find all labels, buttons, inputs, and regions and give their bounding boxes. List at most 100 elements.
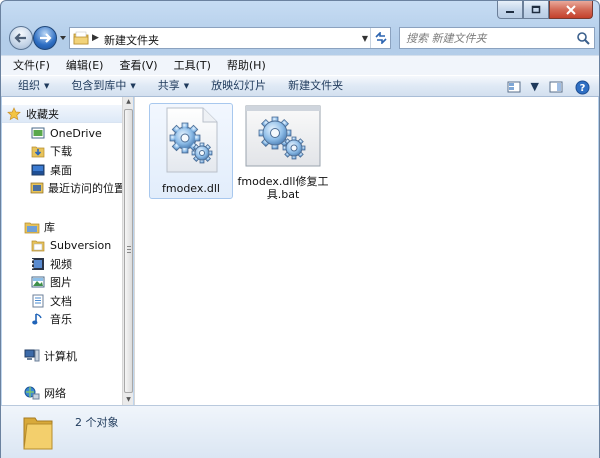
arrow-left-icon <box>14 33 26 43</box>
refresh-button[interactable] <box>370 28 390 48</box>
grip-line <box>127 246 131 247</box>
grip-line <box>127 249 131 250</box>
search-icon[interactable] <box>576 31 590 45</box>
preview-pane-button[interactable] <box>545 78 567 97</box>
address-dropdown-icon[interactable]: ▼ <box>362 34 368 43</box>
nav-item-network[interactable]: 网络 <box>2 384 122 402</box>
menu-view[interactable]: 查看(V) <box>111 57 165 75</box>
nav-item-libraries[interactable]: 库 <box>2 218 122 236</box>
help-button[interactable]: ? <box>571 78 593 97</box>
view-dropdown-icon[interactable]: ▼ <box>529 77 541 97</box>
documents-icon <box>30 293 46 309</box>
nav-label: 最近访问的位置 <box>48 182 122 195</box>
menu-help[interactable]: 帮助(H) <box>219 57 274 75</box>
include-library-label: 包含到库中 <box>71 79 127 92</box>
menu-edit[interactable]: 编辑(E) <box>58 57 112 75</box>
video-icon <box>30 256 46 272</box>
scrollbar-thumb[interactable] <box>124 109 133 393</box>
nav-label: 桌面 <box>50 164 72 177</box>
nav-item-subversion[interactable]: Subversion <box>2 236 122 254</box>
computer-icon <box>24 348 40 364</box>
search-box[interactable] <box>399 27 595 49</box>
nav-label: 库 <box>44 221 55 234</box>
navigation-pane: 收藏夹 OneDrive 下载 桌面 最近访问的位置 库 Subversion <box>2 97 122 405</box>
nav-item-downloads[interactable]: 下载 <box>2 142 122 160</box>
nav-label: 收藏夹 <box>26 108 59 121</box>
nav-label: Subversion <box>50 238 112 252</box>
file-name: fmodex.dll修复工具.bat <box>237 175 329 201</box>
downloads-folder-icon <box>30 143 46 159</box>
command-bar: 组织 ▼ 包含到库中 ▼ 共享 ▼ 放映幻灯片 新建文件夹 ▼ ? <box>1 75 599 97</box>
recent-pages-chevron-icon[interactable] <box>59 34 67 42</box>
file-item-repair-bat[interactable]: fmodex.dll修复工具.bat <box>238 103 328 201</box>
folder-icon <box>23 417 53 450</box>
menu-tools[interactable]: 工具(T) <box>166 57 219 75</box>
file-name: fmodex.dll <box>162 182 220 195</box>
new-folder-button[interactable]: 新建文件夹 <box>277 76 354 96</box>
nav-item-recent[interactable]: 最近访问的位置 <box>2 179 122 197</box>
close-button[interactable] <box>549 1 593 19</box>
nav-item-favorites[interactable]: 收藏夹 <box>2 105 122 123</box>
organize-button[interactable]: 组织 ▼ <box>7 76 60 96</box>
music-icon <box>30 311 46 327</box>
library-icon <box>24 219 40 235</box>
star-icon <box>6 106 22 122</box>
nav-item-pictures[interactable]: 图片 <box>2 273 122 291</box>
file-item-fmodex-dll[interactable]: fmodex.dll <box>149 103 233 199</box>
slideshow-button[interactable]: 放映幻灯片 <box>200 76 277 96</box>
view-icon <box>507 81 521 93</box>
file-list[interactable]: fmodex.dll fmodex.dll修复工具.bat <box>134 97 598 405</box>
navigation-scrollbar[interactable]: ▲ ▼ <box>122 97 133 405</box>
gear-dll-icon <box>166 107 218 173</box>
minimize-icon <box>506 10 514 13</box>
scroll-up-icon[interactable]: ▲ <box>124 97 133 107</box>
network-icon <box>24 385 40 401</box>
nav-label: 音乐 <box>50 313 72 326</box>
explorer-window: ▶ 新建文件夹 ▼ 文件(F) 编辑(E) 查看(V) 工具(T) 帮助(H) … <box>0 0 600 458</box>
subversion-library-icon <box>30 237 46 253</box>
nav-item-onedrive[interactable]: OneDrive <box>2 124 122 142</box>
address-bar[interactable]: ▶ 新建文件夹 ▼ <box>69 27 391 49</box>
preview-pane-icon <box>549 81 563 93</box>
nav-label: 网络 <box>44 387 66 400</box>
grip-line <box>127 252 131 253</box>
forward-button[interactable] <box>33 26 57 50</box>
refresh-icon <box>374 32 387 44</box>
breadcrumb-separator-icon[interactable]: ▶ <box>92 33 99 43</box>
arrow-right-icon <box>40 33 52 43</box>
pictures-icon <box>30 274 46 290</box>
menu-file[interactable]: 文件(F) <box>5 57 58 75</box>
item-count: 2 个对象 <box>75 416 119 429</box>
command-bar-right: ▼ ? <box>503 77 593 97</box>
file-thumbnail <box>153 106 229 174</box>
nav-item-documents[interactable]: 文档 <box>2 292 122 310</box>
address-row: ▶ 新建文件夹 ▼ <box>7 25 595 51</box>
nav-label: 文档 <box>50 295 72 308</box>
nav-label: 图片 <box>50 276 72 289</box>
back-button[interactable] <box>9 26 33 50</box>
details-pane: 2 个对象 <box>1 405 599 458</box>
breadcrumb-path[interactable]: 新建文件夹 <box>104 32 159 48</box>
organize-label: 组织 <box>18 79 40 92</box>
menu-bar: 文件(F) 编辑(E) 查看(V) 工具(T) 帮助(H) <box>1 55 599 75</box>
caption-buttons <box>497 1 593 19</box>
nav-item-desktop[interactable]: 桌面 <box>2 161 122 179</box>
view-options-button[interactable] <box>503 78 525 97</box>
chevron-down-icon: ▼ <box>44 82 50 90</box>
help-icon: ? <box>575 80 589 94</box>
nav-label: OneDrive <box>50 126 102 140</box>
nav-item-music[interactable]: 音乐 <box>2 310 122 328</box>
minimize-button[interactable] <box>497 1 523 19</box>
nav-item-computer[interactable]: 计算机 <box>2 347 122 365</box>
maximize-button[interactable] <box>523 1 549 19</box>
onedrive-icon <box>30 125 46 141</box>
scroll-down-icon[interactable]: ▼ <box>124 395 133 405</box>
nav-item-videos[interactable]: 视频 <box>2 255 122 273</box>
chevron-down-icon: ▼ <box>183 82 190 90</box>
search-input[interactable] <box>406 31 566 46</box>
share-label: 共享 <box>157 79 180 92</box>
nav-label: 视频 <box>50 258 72 271</box>
file-thumbnail <box>245 105 321 167</box>
include-library-button[interactable]: 包含到库中 ▼ <box>60 76 146 96</box>
share-button[interactable]: 共享 ▼ <box>147 76 200 96</box>
